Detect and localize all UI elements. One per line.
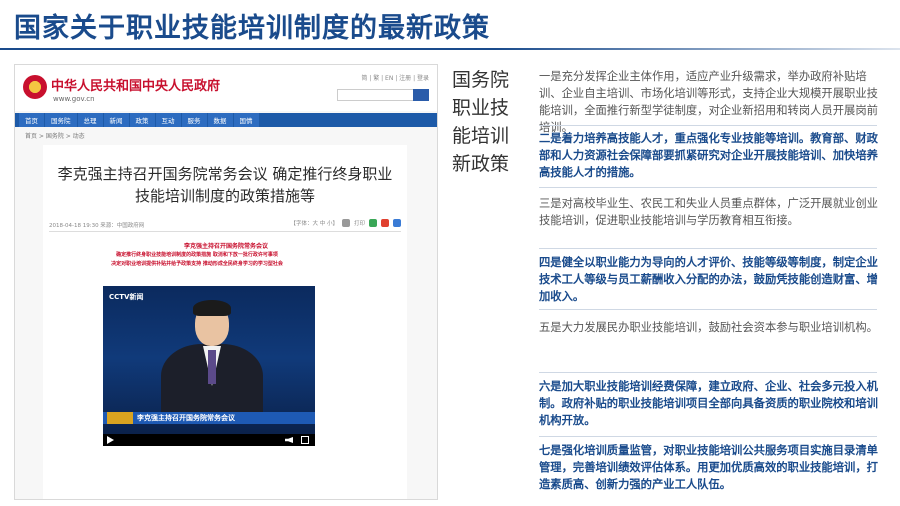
nav-item-premier[interactable]: 总理 (77, 113, 103, 127)
play-icon[interactable] (107, 436, 114, 444)
video-subline-2: 决定对职业培训提供补贴并给予政策支持 推动形成全民终身学习的学习型社会 (111, 261, 283, 267)
side-label: 国务院 职业技 能培训 新政策 (452, 66, 518, 178)
title-divider (0, 48, 900, 50)
player-controls (103, 434, 315, 446)
video-caption: 李克强主持召开国务院常务会议 (137, 414, 235, 422)
side-label-line: 国务院 (452, 69, 510, 91)
wechat-share-icon[interactable] (369, 219, 377, 227)
policy-item-2: 二是着力培养高技能人才，重点强化专业技能等培训。教育部、财政部和人力资源社会保障… (539, 132, 878, 179)
policy-item-5: 五是大力发展民办职业技能培训，鼓励社会资本参与职业培训机构。 (539, 321, 878, 334)
print-link[interactable]: 打印 (354, 219, 365, 227)
item-divider (539, 187, 877, 188)
breadcrumb[interactable]: 首页 > 国务院 > 动态 (25, 131, 85, 140)
nav-item-national[interactable]: 国情 (233, 113, 259, 127)
qzone-share-icon[interactable] (393, 219, 401, 227)
print-icon[interactable] (341, 219, 350, 227)
news-video-player[interactable]: CCTV新闻 李克强主持召开国务院常务会议 (103, 286, 315, 446)
policy-item-6: 六是加大职业技能培训经费保障，建立政府、企业、社会多元投入机制。政府补贴的职业技… (539, 380, 878, 427)
side-label-line: 新政策 (452, 153, 510, 175)
anchor-tie (208, 350, 216, 384)
slide-title: 国家关于职业技能培训制度的最新政策 (14, 13, 490, 44)
item-divider (539, 125, 877, 126)
policy-item-7: 七是强化培训质量监管，对职业技能培训公共服务项目实施目录清单管理，完善培训绩效评… (539, 444, 878, 491)
video-subline-1: 确定推行终身职业技能培训制度的政策措施 取消和下放一批行政许可事项 (116, 252, 278, 258)
video-headline: 李克强主持召开国务院常务会议 (183, 243, 268, 250)
gov-site-screenshot: 中华人民共和国中央人民政府 www.gov.cn 简 | 繁 | EN | 注册… (14, 64, 438, 500)
article-meta: 2018-04-18 19:30 来源：中国政府网 (49, 223, 145, 229)
national-emblem-icon (23, 75, 47, 99)
article-title: 李克强主持召开国务院常务会议 确定推行终身职业技能培训制度的政策措施等 (57, 165, 393, 205)
font-size-control[interactable]: 【字体：大 中 小】 (290, 219, 338, 227)
site-top-links[interactable]: 简 | 繁 | EN | 注册 | 登录 (361, 73, 429, 82)
article-divider (49, 231, 401, 232)
site-header: 中华人民共和国中央人民政府 www.gov.cn 简 | 繁 | EN | 注册… (15, 65, 437, 111)
item-divider (539, 309, 877, 310)
site-url: www.gov.cn (53, 95, 95, 103)
item-divider (539, 372, 877, 373)
site-name: 中华人民共和国中央人民政府 (51, 79, 221, 94)
nav-item-data[interactable]: 数据 (207, 113, 233, 127)
site-navbar: 首页 国务院 总理 新闻 政策 互动 服务 数据 国情 (15, 113, 437, 127)
nav-item-service[interactable]: 服务 (181, 113, 207, 127)
weibo-share-icon[interactable] (381, 219, 389, 227)
fullscreen-icon[interactable] (301, 436, 309, 444)
policy-item-3: 三是对高校毕业生、农民工和失业人员重点群体，广泛开展就业创业技能培训，促进职业技… (539, 197, 878, 227)
nav-item-interact[interactable]: 互动 (155, 113, 181, 127)
policy-item-4: 四是健全以职业能力为导向的人才评价、技能等级等制度，制定企业技术工人等级与员工薪… (539, 256, 878, 303)
nav-item-news[interactable]: 新闻 (103, 113, 129, 127)
side-label-line: 职业技 (452, 97, 510, 119)
caption-logo-icon (107, 412, 133, 424)
anchor-hair (193, 300, 231, 316)
search-icon[interactable] (413, 89, 429, 101)
item-divider (539, 436, 877, 437)
nav-item-home[interactable]: 首页 (19, 113, 44, 127)
channel-logo: CCTV新闻 (109, 293, 144, 301)
item-divider (539, 248, 877, 249)
nav-item-policy[interactable]: 政策 (129, 113, 155, 127)
nav-item-state-council[interactable]: 国务院 (45, 113, 77, 127)
article-tools: 【字体：大 中 小】 打印 (290, 219, 401, 227)
side-label-line: 能培训 (452, 125, 510, 147)
